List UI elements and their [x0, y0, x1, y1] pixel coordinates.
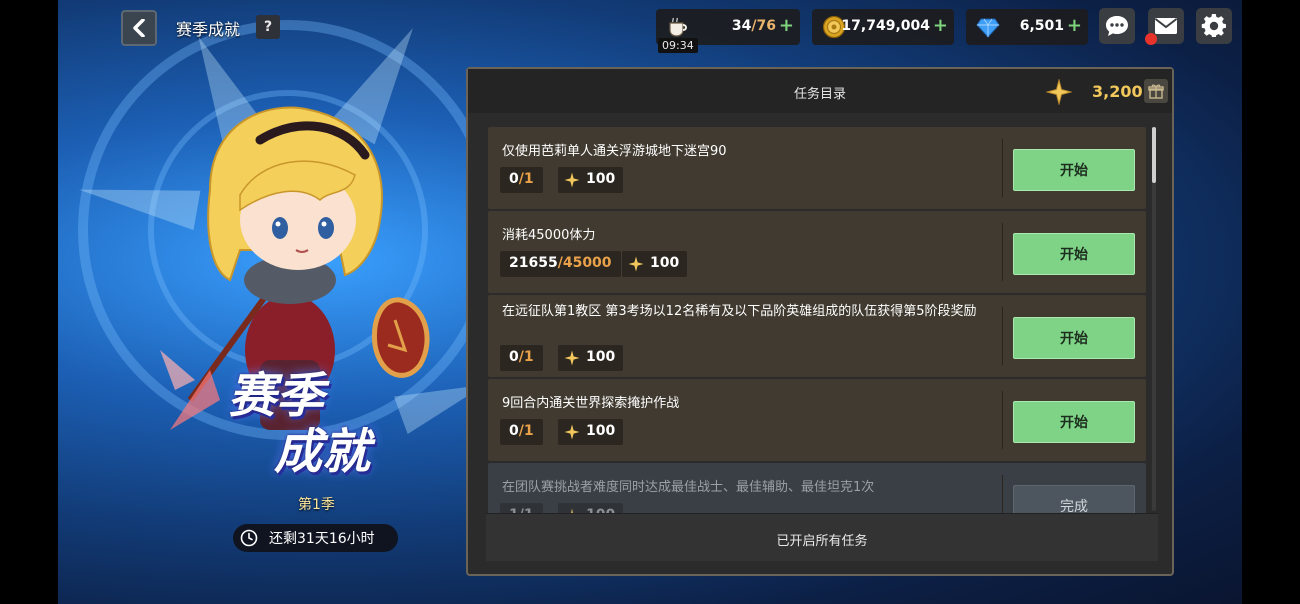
- task-row: 在远征队第1教区 第3考场以12名稀有及以下品阶英雄组成的队伍获得第5阶段奖励 …: [488, 295, 1146, 377]
- task-reward: 100: [622, 251, 688, 277]
- gold-value: 17,749,004: [841, 18, 930, 34]
- start-button[interactable]: 开始: [1013, 317, 1135, 359]
- task-row: 9回合内通关世界探索掩护作战 0/1 100 开始: [488, 379, 1146, 461]
- add-gold-button[interactable]: +: [933, 15, 948, 36]
- settings-button[interactable]: [1196, 8, 1232, 44]
- stamina-timer: 09:34: [658, 38, 698, 53]
- row-separator: [1002, 391, 1003, 449]
- task-description: 在远征队第1教区 第3考场以12名稀有及以下品阶英雄组成的队伍获得第5阶段奖励: [502, 304, 977, 319]
- task-reward: 100: [558, 419, 624, 445]
- star-icon: [628, 256, 644, 272]
- clock-icon: [240, 529, 258, 547]
- task-description: 在团队赛挑战者难度同时达成最佳战士、最佳辅助、最佳坦克1次: [502, 480, 875, 495]
- chat-button[interactable]: [1099, 8, 1135, 44]
- task-list-scrollbar[interactable]: [1152, 127, 1156, 511]
- complete-button[interactable]: 完成: [1013, 485, 1135, 513]
- start-button[interactable]: 开始: [1013, 233, 1135, 275]
- star-icon: [564, 350, 580, 366]
- season-achievement-title: 赛季 成就: [228, 368, 371, 480]
- chevron-left-icon: [133, 19, 145, 37]
- chat-bubble-icon: [1106, 16, 1128, 36]
- task-progress: 1/1: [500, 503, 543, 513]
- gift-button[interactable]: [1144, 79, 1168, 103]
- remaining-time: 还剩31天16小时: [233, 524, 398, 552]
- task-progress: 21655/45000: [500, 251, 621, 277]
- achievement-points: 3,200: [1092, 82, 1143, 101]
- mail-icon: [1154, 18, 1178, 34]
- remaining-time-label: 还剩31天16小时: [269, 531, 375, 547]
- task-description: 消耗45000体力: [502, 228, 596, 243]
- add-stamina-button[interactable]: +: [779, 15, 794, 36]
- add-gem-button[interactable]: +: [1067, 15, 1082, 36]
- scrollbar-thumb[interactable]: [1152, 127, 1156, 183]
- task-row: 在团队赛挑战者难度同时达成最佳战士、最佳辅助、最佳坦克1次 1/1 100 完成: [488, 463, 1146, 513]
- back-button[interactable]: [121, 10, 157, 46]
- row-separator: [1002, 307, 1003, 365]
- stamina-value: 34/76: [731, 18, 776, 34]
- task-progress: 0/1: [500, 167, 543, 193]
- start-button[interactable]: 开始: [1013, 401, 1135, 443]
- page-title: 赛季成就: [176, 20, 241, 39]
- task-row: 消耗45000体力 21655/45000 100 开始: [488, 211, 1146, 293]
- all-tasks-unlocked-label: 已开启所有任务: [776, 534, 868, 549]
- season-number: 第1季: [298, 497, 335, 513]
- diamond-icon: [976, 18, 1000, 38]
- gem-value: 6,501: [1019, 18, 1064, 34]
- help-button[interactable]: ?: [256, 15, 280, 39]
- task-progress: 0/1: [500, 345, 543, 371]
- gold-counter[interactable]: 17,749,004 +: [812, 9, 954, 45]
- gear-icon: [1201, 13, 1226, 38]
- star-icon: [1046, 79, 1072, 105]
- start-button[interactable]: 开始: [1013, 149, 1135, 191]
- task-reward: 100: [558, 167, 624, 193]
- mail-notification-dot: [1145, 33, 1157, 45]
- task-reward: 100: [558, 345, 624, 371]
- gift-icon: [1148, 84, 1164, 99]
- star-icon: [564, 172, 580, 188]
- row-separator: [1002, 139, 1003, 197]
- task-description: 9回合内通关世界探索掩护作战: [502, 396, 680, 411]
- star-icon: [564, 424, 580, 440]
- task-row: 仅使用芭莉单人通关浮游城地下迷宫90 0/1 100 开始: [488, 127, 1146, 209]
- task-list[interactable]: 仅使用芭莉单人通关浮游城地下迷宫90 0/1 100 开始 消耗45000体力 …: [486, 125, 1148, 513]
- gem-counter[interactable]: 6,501 +: [966, 9, 1088, 45]
- panel-footer: 已开启所有任务: [486, 513, 1158, 561]
- task-panel: 任务目录 3,200 仅使用芭莉单人通关浮游城地下迷宫90 0/1 100 开始…: [466, 67, 1174, 576]
- row-separator: [1002, 223, 1003, 281]
- panel-header: 任务目录 3,200: [468, 69, 1172, 113]
- coffee-cup-icon: [669, 17, 687, 37]
- task-reward: 100: [558, 503, 624, 513]
- row-separator: [1002, 475, 1003, 513]
- task-progress: 0/1: [500, 419, 543, 445]
- task-description: 仅使用芭莉单人通关浮游城地下迷宫90: [502, 144, 727, 159]
